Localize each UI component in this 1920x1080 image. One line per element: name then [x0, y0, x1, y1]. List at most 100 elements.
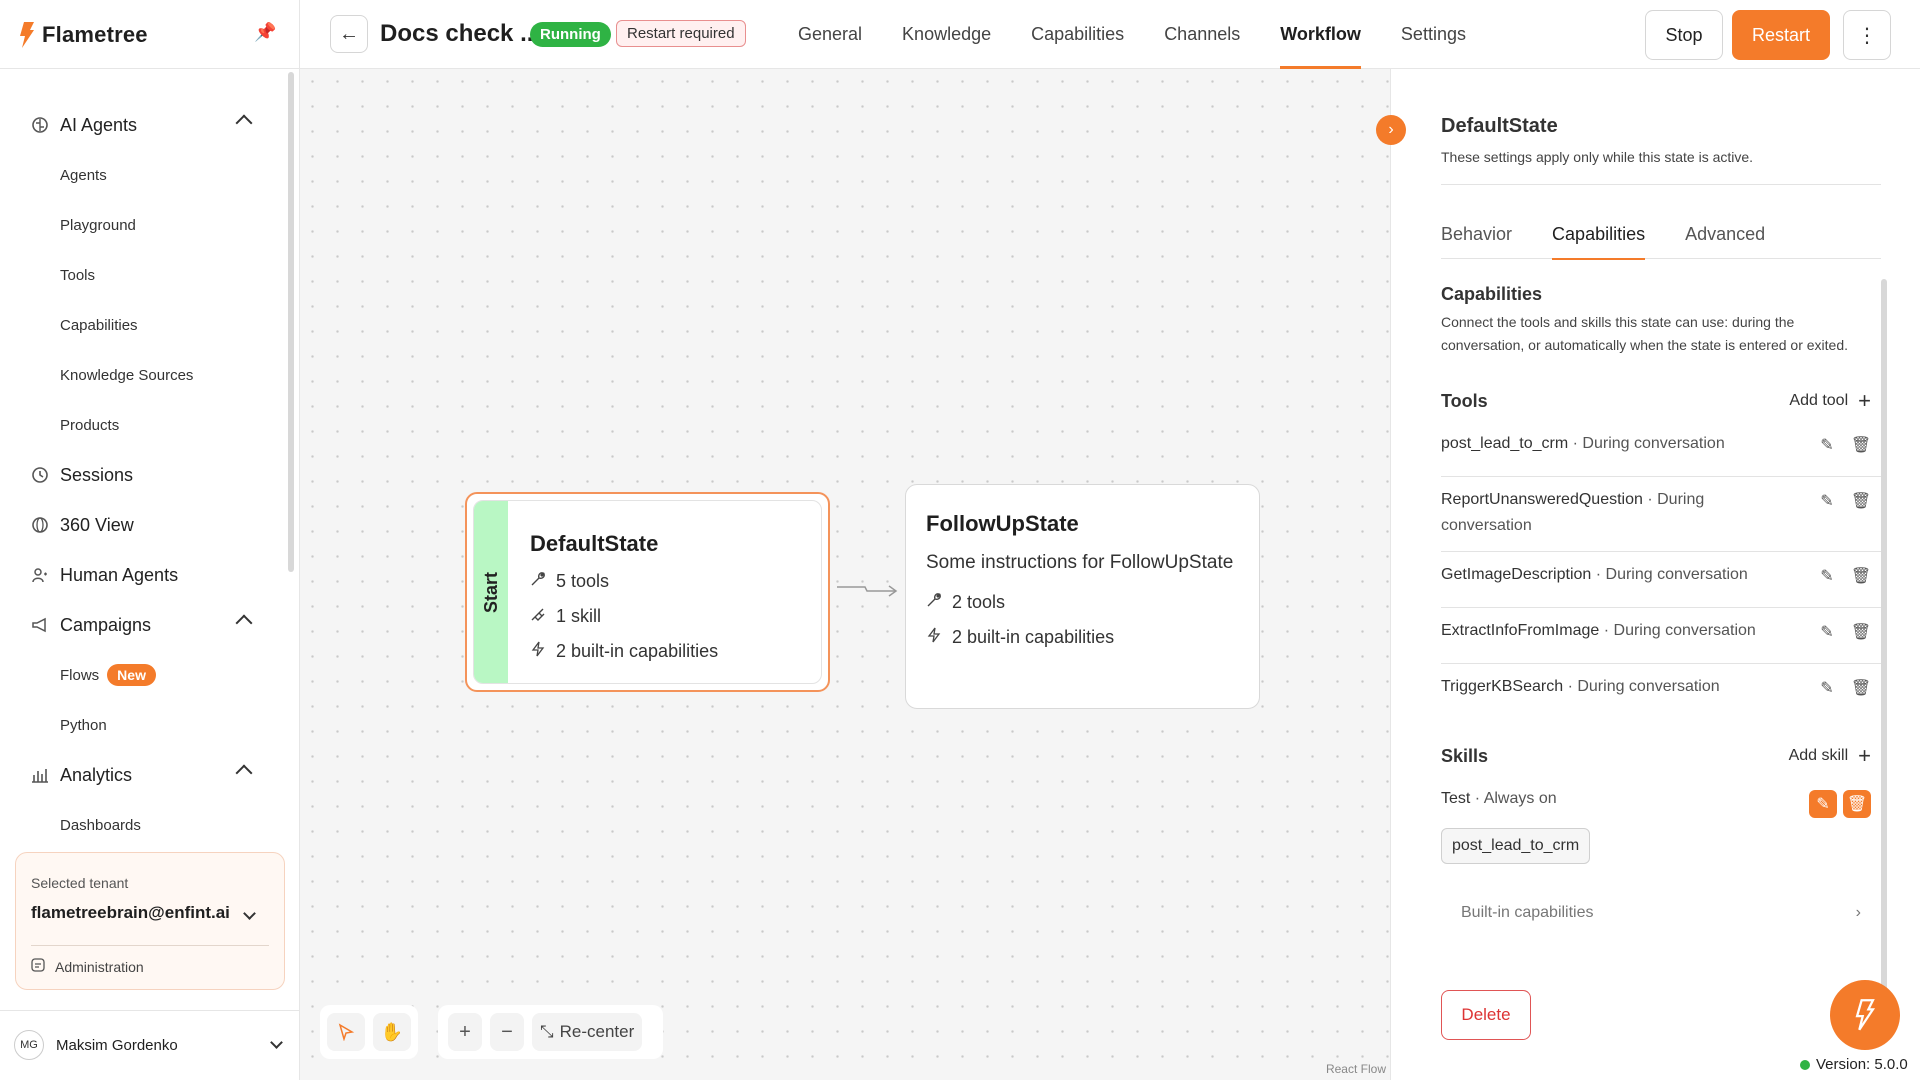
add-tool-label: Add tool	[1789, 392, 1849, 409]
tool-mode: · During conversation	[1572, 435, 1725, 452]
sidebar-item-agents[interactable]: Agents	[0, 150, 290, 200]
sidebar: Flametree 📌 AI Agents Agents Playground …	[0, 0, 300, 1080]
plug-icon	[530, 606, 546, 627]
user-menu[interactable]: MG Maksim Gordenko	[14, 1030, 178, 1060]
tab-general[interactable]: General	[778, 0, 882, 69]
sidebar-item-campaigns[interactable]: Campaigns	[0, 600, 290, 650]
edge-connector[interactable]	[835, 579, 900, 599]
chevron-down-icon[interactable]	[270, 1036, 283, 1049]
panel-scrollbar[interactable]	[1881, 279, 1887, 1009]
administration-label: Administration	[55, 958, 144, 975]
stop-button[interactable]: Stop	[1645, 10, 1723, 60]
status-badge: Running	[530, 22, 611, 47]
trash-icon[interactable]: 🗑	[1851, 435, 1871, 455]
flame-logo-icon	[1855, 999, 1876, 1031]
skill-mode: · Always on	[1474, 790, 1557, 807]
edit-icon[interactable]: ✎	[1817, 435, 1837, 455]
sidebar-item-capabilities[interactable]: Capabilities	[0, 300, 290, 350]
tab-knowledge[interactable]: Knowledge	[882, 0, 1011, 69]
collapse-panel-button[interactable]: ›	[1376, 115, 1406, 145]
edit-icon[interactable]: ✎	[1817, 678, 1837, 698]
canvas-mode-toolbar: ✋	[320, 1005, 418, 1059]
recenter-button[interactable]: ⤡ Re-center	[532, 1013, 643, 1051]
pan-tool-button[interactable]: ✋	[373, 1013, 411, 1051]
plus-icon: +	[1858, 388, 1871, 413]
chevron-down-icon[interactable]	[243, 907, 256, 920]
panel-tabs: Behavior Capabilities Advanced	[1441, 209, 1881, 260]
trash-icon[interactable]: 🗑	[1851, 678, 1871, 698]
trash-icon[interactable]: 🗑	[1851, 566, 1871, 586]
assistant-chat-button[interactable]	[1830, 980, 1900, 1050]
add-skill-button[interactable]: Add skill +	[1789, 743, 1871, 769]
tenant-selector[interactable]: Selected tenant flametreebrain@enfint.ai…	[15, 852, 285, 990]
pointer-tool-button[interactable]	[327, 1013, 365, 1051]
flame-logo-icon	[20, 22, 34, 48]
tab-capabilities[interactable]: Capabilities	[1552, 209, 1646, 260]
minus-icon: −	[501, 1020, 513, 1043]
tab-capabilities[interactable]: Capabilities	[1011, 0, 1144, 69]
divider	[0, 68, 300, 69]
chevron-up-icon[interactable]	[235, 114, 253, 132]
node-tools: 5 tools	[530, 571, 718, 592]
sidebar-item-playground[interactable]: Playground	[0, 200, 290, 250]
row-actions: ✎ 🗑	[1817, 674, 1881, 698]
edit-icon[interactable]: ✎	[1817, 622, 1837, 642]
restart-button[interactable]: Restart	[1732, 10, 1830, 60]
sidebar-item-python[interactable]: Python	[0, 700, 290, 750]
sidebar-item-human-agents[interactable]: Human Agents	[0, 550, 290, 600]
delete-state-button[interactable]: Delete	[1441, 990, 1531, 1040]
tenant-value[interactable]: flametreebrain@enfint.ai	[31, 903, 230, 923]
sidebar-item-label: 360 View	[60, 514, 134, 535]
add-tool-button[interactable]: Add tool +	[1789, 388, 1871, 414]
node-skills: 1 skill	[530, 606, 718, 627]
tool-row: post_lead_to_crm · During conversation ✎…	[1441, 421, 1881, 477]
chevron-up-icon[interactable]	[235, 614, 253, 632]
zoom-in-button[interactable]: +	[448, 1013, 482, 1051]
sidebar-item-dashboards[interactable]: Dashboards	[0, 800, 290, 850]
tab-channels[interactable]: Channels	[1144, 0, 1260, 69]
avatar: MG	[14, 1030, 44, 1060]
skill-tool-chip: post_lead_to_crm	[1441, 828, 1591, 864]
sidebar-item-ai-agents[interactable]: AI Agents	[0, 100, 290, 150]
more-options-button[interactable]: ⋮	[1843, 10, 1891, 60]
tool-entry: GetImageDescription · During conversatio…	[1441, 562, 1791, 588]
edit-icon[interactable]: ✎	[1817, 491, 1837, 511]
react-flow-attribution[interactable]: React Flow	[1326, 1062, 1386, 1076]
tab-workflow[interactable]: Workflow	[1260, 0, 1381, 69]
sidebar-item-flows[interactable]: Flows New	[0, 650, 290, 700]
state-node-followup[interactable]: FollowUpState Some instructions for Foll…	[905, 484, 1260, 709]
tab-behavior[interactable]: Behavior	[1441, 209, 1512, 259]
edit-icon[interactable]: ✎	[1809, 790, 1837, 818]
brand-logo[interactable]: Flametree	[18, 20, 148, 50]
sidebar-scrollbar[interactable]	[288, 72, 294, 572]
chevron-right-icon: ›	[1388, 121, 1394, 138]
back-button[interactable]: ←	[330, 15, 368, 53]
edit-icon[interactable]: ✎	[1817, 566, 1837, 586]
state-node-default[interactable]: Start DefaultState 5 tools 1 skill 2 bui…	[465, 492, 830, 692]
trash-icon[interactable]: 🗑	[1851, 491, 1871, 511]
trash-icon[interactable]: 🗑	[1851, 622, 1871, 642]
sidebar-item-products[interactable]: Products	[0, 400, 290, 450]
workflow-canvas[interactable]: Start DefaultState 5 tools 1 skill 2 bui…	[300, 69, 1390, 1080]
node-tools-text: 2 tools	[952, 592, 1006, 612]
trash-icon[interactable]: 🗑	[1843, 790, 1871, 818]
tool-mode: · During conversation	[1595, 566, 1748, 583]
tool-name: ExtractInfoFromImage	[1441, 622, 1600, 639]
pin-icon[interactable]: 📌	[254, 22, 276, 43]
sidebar-item-sessions[interactable]: Sessions	[0, 450, 290, 500]
tool-name: TriggerKBSearch	[1441, 678, 1564, 695]
skills-title: Skills	[1441, 745, 1489, 766]
tab-advanced[interactable]: Advanced	[1685, 209, 1765, 259]
version-text: Version: 5.0.0	[1816, 1056, 1908, 1073]
sidebar-item-360-view[interactable]: 360 View	[0, 500, 290, 550]
administration-link[interactable]: Administration	[31, 958, 144, 975]
zoom-out-button[interactable]: −	[490, 1013, 524, 1051]
skill-entry: Test · Always on	[1441, 786, 1791, 812]
sidebar-item-tools[interactable]: Tools	[0, 250, 290, 300]
builtin-capabilities-section[interactable]: Built-in capabilities ›	[1441, 904, 1881, 922]
chevron-up-icon[interactable]	[235, 764, 253, 782]
sidebar-item-analytics[interactable]: Analytics	[0, 750, 290, 800]
tab-settings[interactable]: Settings	[1381, 0, 1486, 69]
sidebar-item-knowledge-sources[interactable]: Knowledge Sources	[0, 350, 290, 400]
tools-header: Tools Add tool +	[1441, 381, 1881, 421]
